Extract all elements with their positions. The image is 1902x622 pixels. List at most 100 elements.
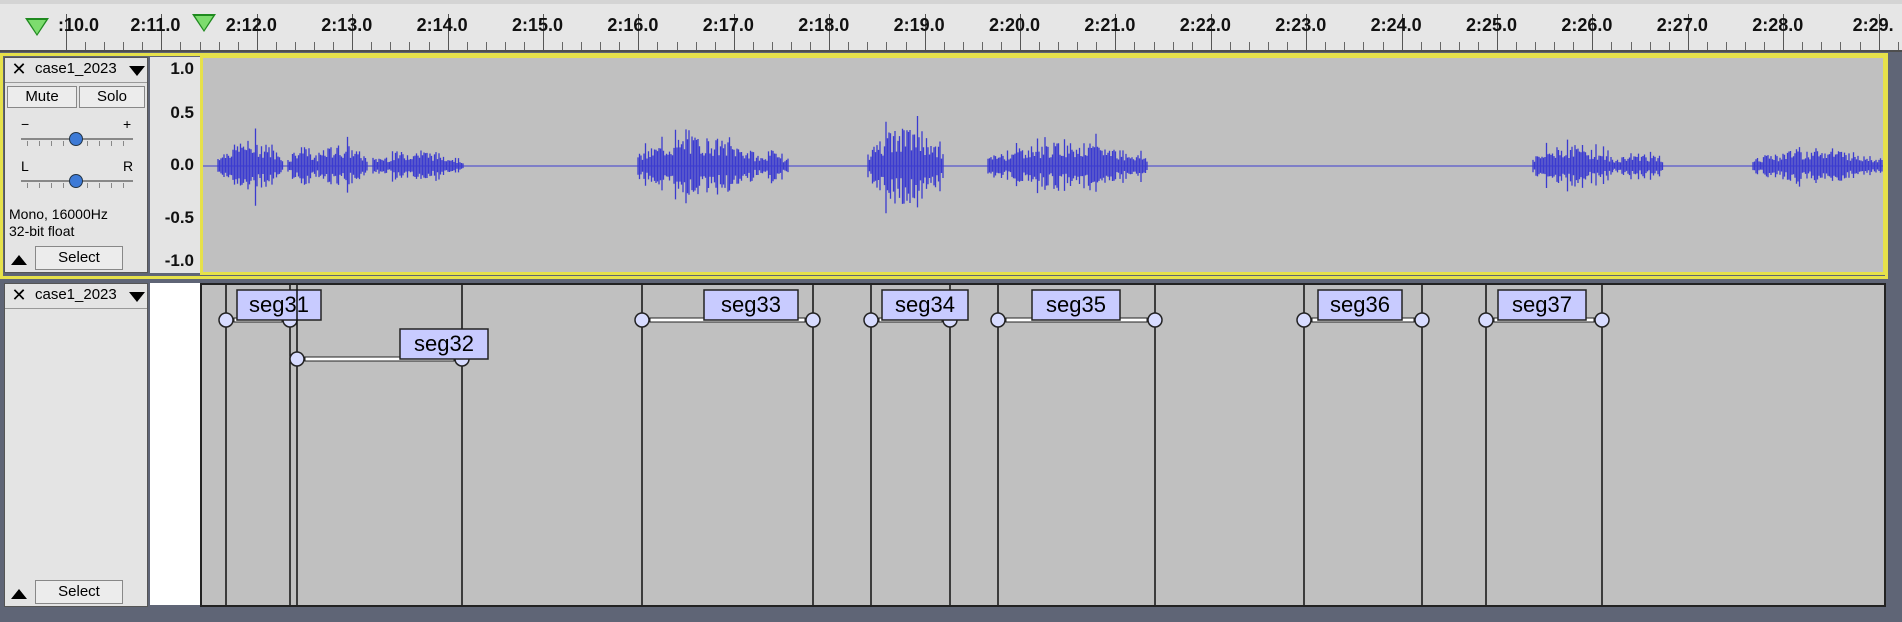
label-start-handle-icon[interactable] [863, 312, 879, 328]
ruler-minor-tick [1725, 42, 1727, 50]
ruler-minor-tick [581, 42, 583, 50]
label-end-handle-icon[interactable] [1147, 312, 1163, 328]
collapse-icon[interactable] [11, 255, 27, 265]
ruler-label: 2:12.0 [225, 15, 277, 35]
ruler-minor-tick [676, 42, 678, 50]
audio-track-select-button[interactable]: Select [35, 246, 123, 270]
ruler-minor-tick [1802, 42, 1804, 50]
label-start-handle-icon[interactable] [634, 312, 650, 328]
label-seg32[interactable]: seg32 [289, 285, 489, 605]
pan-slider-knob[interactable] [69, 174, 83, 188]
label-seg36[interactable]: seg36 [1296, 285, 1430, 605]
scale-label: -0.5 [164, 208, 194, 227]
label-seg33[interactable]: seg33 [634, 285, 821, 605]
gain-slider-knob[interactable] [69, 132, 83, 146]
label-end-handle-icon[interactable] [1414, 312, 1430, 328]
label-end-handle-icon[interactable] [1594, 312, 1610, 328]
collapse-icon[interactable] [11, 589, 27, 599]
scale-label: 0.0 [170, 155, 194, 174]
track-format-depth: 32-bit float [9, 223, 75, 239]
play-start-marker-icon[interactable] [25, 18, 49, 36]
ruler-minor-tick [199, 42, 201, 50]
ruler-minor-tick [1458, 42, 1460, 50]
ruler-label: 2:26.0 [1561, 15, 1613, 35]
ruler-minor-tick [504, 42, 506, 50]
label-seg35[interactable]: seg35 [990, 285, 1163, 605]
ruler-minor-tick [1287, 42, 1289, 50]
ruler-minor-tick [1535, 42, 1537, 50]
label-track-name[interactable]: case1_2023 [35, 286, 117, 303]
label-track-control-panel[interactable]: ✕ case1_2023 Select [4, 283, 148, 607]
waveform-area[interactable] [200, 55, 1886, 275]
waveform[interactable] [203, 58, 1883, 272]
mute-button[interactable]: Mute [7, 86, 77, 108]
ruler-minor-tick [1477, 42, 1479, 50]
ruler-label: 2:15.0 [512, 15, 564, 35]
ruler-minor-tick [752, 42, 754, 50]
ruler-minor-tick [619, 42, 621, 50]
ruler-minor-tick [1268, 42, 1270, 50]
label-end-handle-icon[interactable] [805, 312, 821, 328]
ruler-minor-tick [771, 42, 773, 50]
label-seg31[interactable]: seg31 [218, 285, 322, 605]
ruler-minor-tick [695, 42, 697, 50]
ruler-minor-tick [905, 42, 907, 50]
chevron-down-icon[interactable] [129, 66, 145, 76]
ruler-minor-tick [85, 42, 87, 50]
label-track-area[interactable]: seg31 seg32 seg33 seg34 seg35 seg36 seg37 [200, 283, 1886, 607]
timeline-ruler[interactable]: :10.0 2:11.0 2:12.0 2:13.0 2:14.0 2:15.0 2:16.… [0, 0, 1902, 52]
label-text[interactable]: seg35 [1046, 292, 1106, 317]
label-track-header: ✕ case1_2023 [5, 284, 147, 309]
label-start-handle-icon[interactable] [1296, 312, 1312, 328]
label-text[interactable]: seg34 [895, 292, 955, 317]
ruler-minor-tick [867, 42, 869, 50]
label-track-select-button[interactable]: Select [35, 580, 123, 604]
ruler-minor-tick [1630, 42, 1632, 50]
ruler-minor-tick [1191, 42, 1193, 50]
ruler-minor-tick [1077, 42, 1079, 50]
label-start-handle-icon[interactable] [1478, 312, 1494, 328]
ruler-minor-tick [1153, 42, 1155, 50]
ruler-label: 2:13.0 [321, 15, 373, 35]
label-text[interactable]: seg31 [249, 292, 309, 317]
ruler-minor-tick [333, 42, 335, 50]
label-seg34[interactable]: seg34 [863, 285, 969, 605]
ruler-minor-tick [485, 42, 487, 50]
audio-track-name[interactable]: case1_2023 [35, 60, 117, 77]
waveform-path [217, 116, 1883, 214]
ruler-minor-tick [562, 42, 564, 50]
close-icon[interactable]: ✕ [7, 59, 31, 80]
ruler-minor-tick [1439, 42, 1441, 50]
ruler-label: 2:11.0 [130, 15, 181, 35]
label-start-handle-icon[interactable] [218, 312, 234, 328]
label-seg37[interactable]: seg37 [1478, 285, 1610, 605]
label-text[interactable]: seg37 [1512, 292, 1572, 317]
ruler-minor-tick [1344, 42, 1346, 50]
labels[interactable]: seg31 seg32 seg33 seg34 seg35 seg36 seg37 [202, 285, 1884, 605]
solo-button[interactable]: Solo [79, 86, 145, 108]
ruler-label: 2:19.0 [893, 15, 945, 35]
ruler-label: 2:25.0 [1466, 15, 1518, 35]
label-start-handle-icon[interactable] [990, 312, 1006, 328]
ruler-minor-tick [237, 42, 239, 50]
label-start-handle-icon[interactable] [289, 351, 305, 367]
close-icon[interactable]: ✕ [7, 285, 31, 306]
ruler-minor-tick [142, 42, 144, 50]
label-text[interactable]: seg36 [1330, 292, 1390, 317]
label-text[interactable]: seg32 [414, 331, 474, 356]
ruler-minor-tick [390, 42, 392, 50]
scale-label: 0.5 [170, 103, 194, 122]
label-text[interactable]: seg33 [721, 292, 781, 317]
gain-minus-label: − [21, 116, 30, 132]
ruler-minor-tick [180, 42, 182, 50]
ruler-label: 2:29. [1852, 15, 1894, 35]
ruler-minor-tick [1821, 42, 1823, 50]
audio-track-control-panel[interactable]: ✕ case1_2023 Mute Solo − + L R Mono, 160… [4, 57, 148, 273]
pan-left-label: L [21, 158, 29, 174]
ruler-minor-tick [600, 42, 602, 50]
ruler-label: 2:28.0 [1752, 15, 1804, 35]
ruler-minor-tick [1706, 42, 1708, 50]
play-end-marker-icon[interactable] [192, 14, 216, 32]
ruler-label: 2:20.0 [989, 15, 1041, 35]
chevron-down-icon[interactable] [129, 292, 145, 302]
